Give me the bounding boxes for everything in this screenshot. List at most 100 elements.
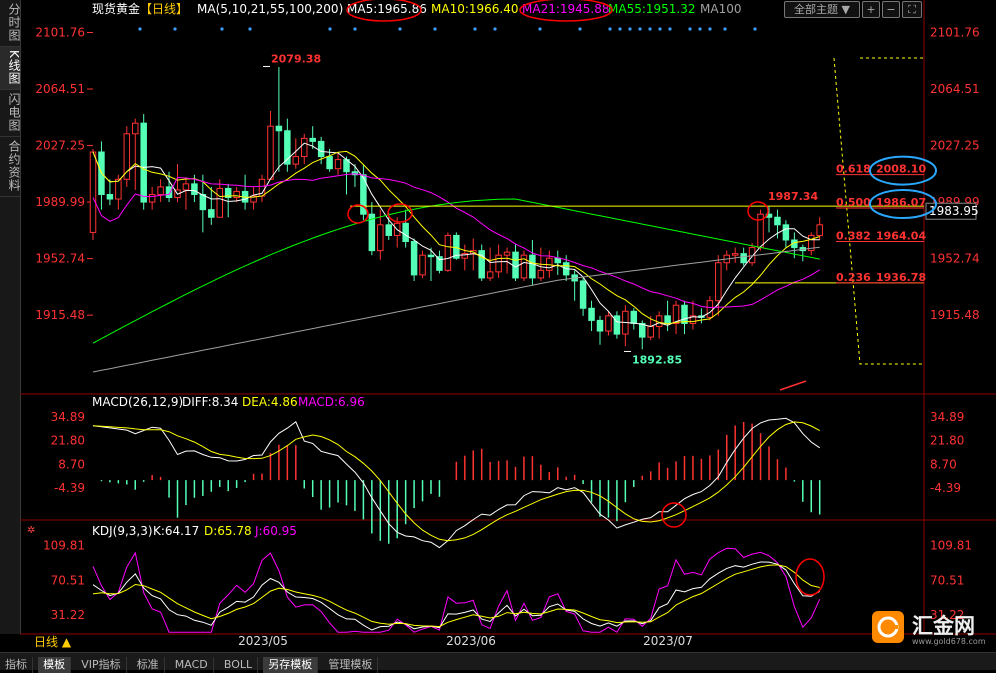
signal-dot <box>220 27 224 31</box>
fullscreen-icon[interactable]: ⛶ <box>902 1 922 18</box>
tab-standard[interactable]: 标准 <box>132 657 165 673</box>
fib-price-label: 1986.07 <box>876 196 926 209</box>
ma55-line <box>92 198 820 344</box>
bottom-toolbar: 指标 模板 VIP指标 标准 MACD BOLL 另存模板 管理模板 <box>0 652 996 673</box>
kdj-j-value: J:60.95 <box>254 524 297 538</box>
tab-macd[interactable]: MACD <box>170 657 214 673</box>
candle-down <box>630 310 638 324</box>
tab-boll[interactable]: BOLL <box>219 657 259 673</box>
candle-down <box>427 254 435 258</box>
candle-up <box>123 133 131 180</box>
macd-tick-right: 8.70 <box>930 457 957 471</box>
theme-dropdown-label: 全部主题 <box>794 3 839 16</box>
candle-down <box>529 254 536 279</box>
signal-dot <box>398 27 402 31</box>
tab-vip-indicators[interactable]: VIP指标 <box>76 657 127 673</box>
candle-up <box>605 315 612 332</box>
signal-dot <box>493 27 497 31</box>
macd-dea-line <box>92 421 820 542</box>
high-price-label: 2079.38 <box>271 52 321 65</box>
price-tick-right: 1952.74 <box>930 252 980 266</box>
kdj-panel: ✲ KDJ(9,3,3) K:64.17 D:65.78 J:60.95 109.81 10… <box>27 524 972 633</box>
macd-diff-value: DIFF:8.34 <box>182 395 238 409</box>
candle-down <box>410 241 418 276</box>
period-selector[interactable]: 日线 ▲ <box>22 634 104 651</box>
tab-save-template[interactable]: 另存模板 <box>263 657 319 673</box>
candle-down <box>588 307 595 321</box>
tab-manage-templates[interactable]: 管理模板 <box>323 657 379 673</box>
signal-dot <box>628 27 632 31</box>
signal-dot <box>538 27 542 31</box>
candle-down <box>385 224 392 236</box>
kdj-tick-left: 31.22 <box>51 608 85 622</box>
candle-down <box>140 122 147 203</box>
macd-tick-right: 34.89 <box>930 410 964 424</box>
ma10-value: MA10:1966.40 <box>431 2 519 16</box>
tab-indicators[interactable]: 指标 <box>0 657 33 673</box>
candle-down <box>199 193 207 211</box>
candle-down <box>436 256 443 271</box>
chevron-down-icon: ▼ <box>841 3 850 16</box>
price-tick-left: 2027.25 <box>35 139 85 153</box>
chart-header: 现货黄金 【日线】 MA(5,10,21,55,100,200) MA5:196… <box>92 0 741 22</box>
theme-dropdown[interactable]: 全部主题 ▼ <box>784 1 860 18</box>
candle-down <box>579 280 587 309</box>
macd-tick-left: 21.80 <box>51 434 85 448</box>
price-tick-right: 2027.25 <box>930 139 980 153</box>
kdj-d-value: D:65.78 <box>204 524 252 538</box>
candle-down <box>326 156 333 170</box>
triangle-up-icon: ▲ <box>61 635 72 649</box>
fib-dashed-frame <box>833 57 924 365</box>
signal-dot <box>328 27 332 31</box>
signal-dot <box>618 27 622 31</box>
date-tick-label: 2023/07 <box>643 634 693 648</box>
candle-down <box>402 222 409 243</box>
candle-up <box>706 300 714 318</box>
ma-params-label: MA(5,10,21,55,100,200) <box>197 2 343 16</box>
chart-frame <box>20 0 996 635</box>
add-icon[interactable]: + <box>862 1 880 18</box>
price-tick-right: 2101.76 <box>930 26 980 40</box>
trend-arrow-line <box>779 380 807 391</box>
signal-dot <box>173 27 177 31</box>
fib-ratio-label: 0.382 <box>836 229 871 242</box>
date-tick-label: 2023/05 <box>238 634 288 648</box>
candle-up <box>182 183 190 191</box>
kdj-cross-highlight-circle <box>795 558 825 596</box>
date-axis: 2023/05 2023/06 2023/07 <box>238 634 693 648</box>
candle-down <box>165 186 173 199</box>
candle-up <box>216 187 223 218</box>
candle-down <box>309 137 316 142</box>
candle-down <box>782 224 790 241</box>
kline-chart: 现货黄金 【日线】 MA(5,10,21,55,100,200) MA5:196… <box>20 0 996 648</box>
candle-down <box>208 209 215 218</box>
logo-text: 汇金网 <box>912 614 975 638</box>
signal-dot <box>753 27 757 31</box>
minus-icon[interactable]: − <box>882 1 900 18</box>
macd-tick-left: -4.39 <box>54 481 85 495</box>
candle-up <box>419 254 426 276</box>
candle-up <box>267 125 274 180</box>
kdj-settings-icon: ✲ <box>27 525 35 536</box>
candle-down <box>639 322 646 338</box>
price-tick-left: 2064.51 <box>35 82 85 96</box>
period-selector-label: 日线 <box>34 635 59 649</box>
candle-up <box>292 156 300 165</box>
macd-dea-value: DEA:4.86 <box>242 395 298 409</box>
low-price-label: 1892.85 <box>632 353 682 366</box>
fib-price-label: 1964.04 <box>876 229 926 242</box>
ma100-value: MA100 <box>700 2 741 16</box>
price-tick-right: 1915.48 <box>930 308 980 322</box>
instrument-name: 现货黄金 <box>92 1 140 16</box>
signal-dot <box>353 27 357 31</box>
signal-dot <box>608 27 612 31</box>
tab-templates[interactable]: 模板 <box>38 657 72 673</box>
candle-down <box>596 319 604 332</box>
candle-down <box>554 257 561 264</box>
price-tick-left: 1915.48 <box>35 308 85 322</box>
date-tick-label: 2023/06 <box>446 634 496 648</box>
candle-up <box>444 234 452 271</box>
signal-dot <box>248 27 252 31</box>
candle-up <box>148 193 156 203</box>
fib-ratio-label: 0.500 <box>836 196 871 209</box>
